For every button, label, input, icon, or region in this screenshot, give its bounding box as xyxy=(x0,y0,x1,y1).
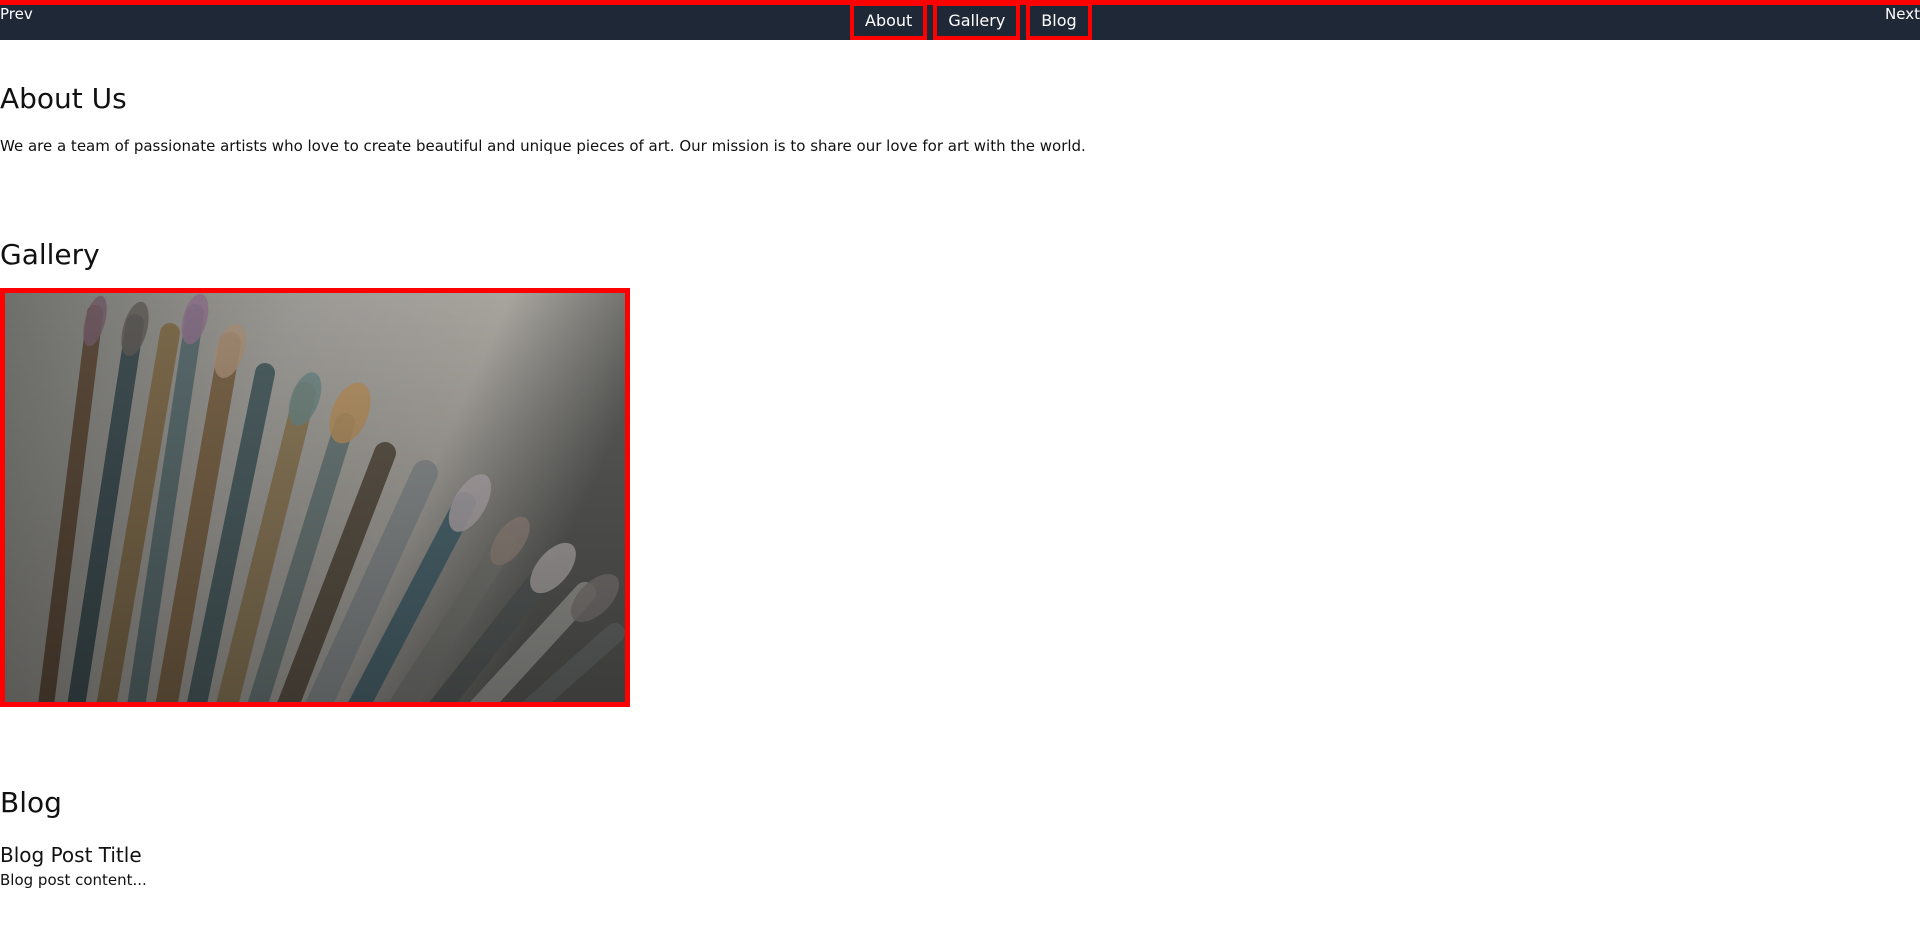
paint-brushes-photo xyxy=(5,293,625,702)
gallery-image[interactable] xyxy=(0,288,630,707)
nav-link-gallery[interactable]: Gallery xyxy=(933,2,1021,40)
nav-link-blog[interactable]: Blog xyxy=(1026,2,1092,40)
blog-post-title[interactable]: Blog Post Title xyxy=(0,843,142,867)
blog-post-content: Blog post content... xyxy=(0,871,147,889)
prev-button[interactable]: Prev xyxy=(0,5,33,23)
gallery-title: Gallery xyxy=(0,238,100,271)
nav-links: About Gallery Blog xyxy=(850,2,1092,40)
top-navbar: Prev About Gallery Blog Next xyxy=(0,0,1920,40)
about-text: We are a team of passionate artists who … xyxy=(0,137,1086,155)
next-button[interactable]: Next xyxy=(1885,5,1920,23)
nav-link-about[interactable]: About xyxy=(850,2,928,40)
blog-title: Blog xyxy=(0,786,62,819)
about-title: About Us xyxy=(0,82,127,115)
